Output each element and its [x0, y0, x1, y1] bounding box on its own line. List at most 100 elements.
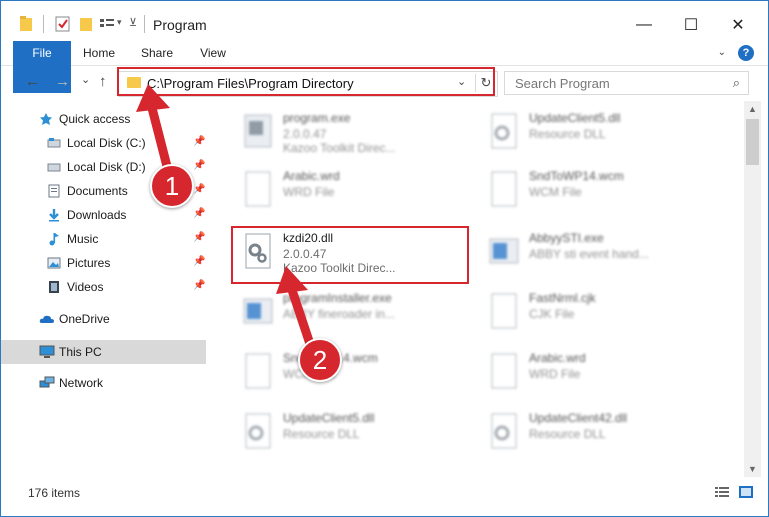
file-item[interactable]: SndToWP14.wcm WCM File: [479, 165, 709, 217]
file-item[interactable]: Arabic.wrd WRD File: [233, 165, 463, 217]
blank-file-icon: [245, 171, 271, 207]
minimize-icon: —: [636, 16, 652, 33]
up-icon[interactable]: ↑: [99, 73, 107, 90]
sidebar-item-label: Network: [59, 376, 104, 390]
pin-icon: 📌: [193, 136, 206, 147]
file-name: AbbyySTI.exe: [529, 231, 604, 245]
file-item[interactable]: FastNrml.cjk CJK File: [479, 287, 709, 339]
window-title: Program: [153, 17, 207, 33]
maximize-button[interactable]: ☐: [668, 11, 714, 39]
file-type: CJK File: [529, 307, 575, 321]
search-icon: ⌕: [732, 75, 740, 90]
sidebar-item-label: Videos: [67, 280, 104, 294]
sidebar-item-label: This PC: [59, 345, 102, 359]
cloud-icon: [39, 315, 54, 323]
ribbon-tabs: File Home Share View ⌄ ?: [1, 41, 768, 93]
sidebar-item-quick-access[interactable]: Quick access: [1, 108, 206, 130]
sidebar-item-videos[interactable]: Videos 📌: [1, 276, 206, 298]
star-icon: [40, 113, 52, 125]
file-type: WRD File: [283, 185, 335, 199]
sidebar-item-label: Downloads: [67, 208, 127, 222]
chevron-down-icon[interactable]: ▾: [117, 17, 122, 35]
separator: [144, 15, 145, 33]
pin-icon: 📌: [193, 256, 206, 267]
file-name: UpdateClient42.dll: [529, 411, 628, 425]
sidebar-item-label: Quick access: [59, 112, 131, 126]
pin-icon: 📌: [193, 184, 206, 195]
sidebar-item-pictures[interactable]: Pictures 📌: [1, 252, 206, 274]
file-item[interactable]: SndToWP14.wcm WCM File: [233, 347, 463, 399]
pin-icon: 📌: [193, 160, 206, 171]
minimize-button[interactable]: —: [621, 11, 667, 39]
file-version: 2.0.0.47: [283, 127, 327, 141]
file-item[interactable]: Arabic.wrd WRD File: [479, 347, 709, 399]
file-item[interactable]: program.exe 2.0.0.47 Kazoo Toolkit Direc…: [233, 107, 463, 159]
file-type: WRD File: [529, 367, 581, 381]
recent-locations-icon[interactable]: ⌄: [81, 73, 90, 86]
file-item[interactable]: UpdateClient5.dll Resource DLL: [233, 407, 463, 459]
installer-icon: [489, 238, 519, 264]
search-input[interactable]: Search Program ⌕: [504, 71, 749, 95]
file-item[interactable]: UpdateClient5.dll Resource DLL: [479, 107, 709, 159]
blank-file-icon: [491, 171, 517, 207]
file-name: UpdateClient5.dll: [529, 111, 621, 125]
close-button[interactable]: ✕: [715, 11, 761, 39]
properties-icon[interactable]: [55, 15, 71, 33]
pin-icon: 📌: [193, 280, 206, 291]
help-icon[interactable]: ?: [738, 45, 754, 61]
large-icons-view-icon[interactable]: [739, 486, 753, 498]
drive-icon: [47, 163, 61, 172]
address-highlight-box: [117, 67, 495, 96]
sidebar-item-this-pc[interactable]: This PC: [1, 340, 206, 364]
file-item[interactable]: AbbyySTI.exe ABBY sti event hand...: [479, 227, 709, 279]
sidebar-item-network[interactable]: Network: [1, 372, 206, 394]
sidebar-item-local-disk-c[interactable]: Local Disk (C:) 📌: [1, 132, 206, 154]
search-placeholder: Search Program: [515, 76, 610, 91]
dll-icon: [491, 413, 517, 449]
tab-share[interactable]: Share: [135, 41, 179, 65]
file-description: Kazoo Toolkit Direc...: [283, 141, 396, 155]
tab-home[interactable]: Home: [79, 41, 119, 65]
file-type: Resource DLL: [283, 427, 360, 441]
separator: [43, 15, 44, 33]
dll-icon: [245, 413, 271, 449]
customize-toolbar-icon[interactable]: ⊻: [129, 16, 137, 34]
sidebar-item-label: Local Disk (D:): [67, 160, 146, 174]
vertical-scrollbar[interactable]: ▲ ▼: [744, 101, 761, 477]
download-icon: [49, 209, 59, 222]
file-list: program.exe 2.0.0.47 Kazoo Toolkit Direc…: [211, 101, 743, 477]
file-type: WCM File: [529, 185, 582, 199]
file-description: ABBY fineroader in...: [283, 307, 395, 321]
back-icon[interactable]: ←: [25, 73, 40, 90]
sidebar-item-music[interactable]: Music 📌: [1, 228, 206, 250]
forward-icon[interactable]: →: [55, 73, 70, 90]
pictures-icon: [47, 257, 61, 269]
file-item[interactable]: UpdateClient42.dll Resource DLL: [479, 407, 709, 459]
sidebar-item-onedrive[interactable]: OneDrive: [1, 308, 206, 330]
expand-ribbon-icon[interactable]: ⌄: [718, 47, 726, 58]
file-name: program.exe: [283, 111, 351, 125]
folder-icon: [20, 16, 32, 31]
close-icon: ✕: [731, 17, 745, 34]
file-name: FastNrml.cjk: [529, 291, 596, 305]
blank-file-icon: [491, 353, 517, 389]
navigation-pane: Quick access Local Disk (C:) 📌 Local Dis…: [1, 101, 208, 477]
status-bar: 176 items: [1, 479, 768, 505]
file-name: SndToWP14.wcm: [529, 169, 624, 183]
scroll-thumb[interactable]: [746, 119, 759, 165]
file-name: Arabic.wrd: [283, 169, 340, 183]
details-view-icon[interactable]: [715, 486, 729, 498]
title-bar: ▾ ⊻ Program — ☐ ✕: [1, 1, 768, 41]
scroll-down-icon[interactable]: ▼: [744, 461, 761, 477]
new-folder-icon[interactable]: [79, 15, 93, 33]
file-name: Arabic.wrd: [529, 351, 586, 365]
tab-view[interactable]: View: [193, 41, 233, 65]
file-highlight-box: [231, 226, 469, 284]
sidebar-item-label: OneDrive: [59, 312, 110, 326]
sidebar-item-label: Music: [67, 232, 99, 246]
maximize-icon: ☐: [683, 17, 699, 34]
file-item[interactable]: programInstaller.exe ABBY fineroader in.…: [233, 287, 463, 339]
view-details-icon[interactable]: [99, 15, 115, 33]
sidebar-item-label: Local Disk (C:): [67, 136, 146, 150]
scroll-up-icon[interactable]: ▲: [744, 101, 761, 117]
